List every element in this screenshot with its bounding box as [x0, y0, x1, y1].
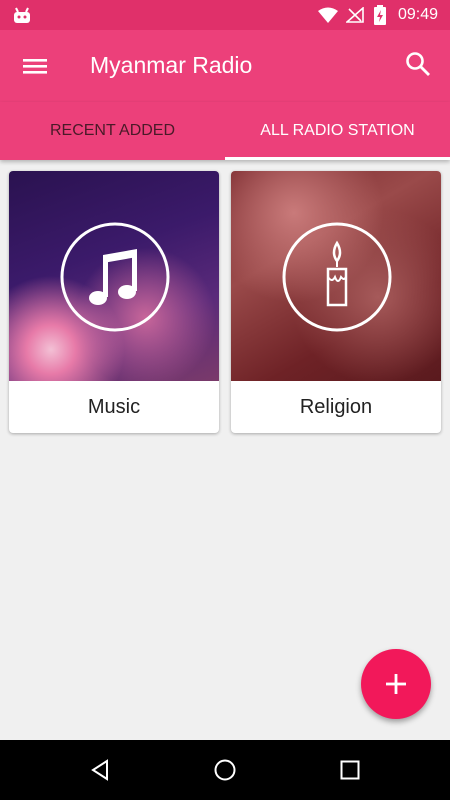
back-icon[interactable] — [88, 758, 112, 782]
tab-indicator — [225, 157, 450, 160]
category-card-religion[interactable]: Religion — [231, 171, 441, 433]
menu-icon[interactable] — [20, 52, 50, 80]
app-bar: Myanmar Radio — [0, 30, 450, 102]
recent-apps-icon[interactable] — [338, 758, 362, 782]
category-card-music[interactable]: Music — [9, 171, 219, 433]
status-bar: 09:49 — [0, 0, 450, 30]
android-icon — [14, 7, 30, 23]
candle-icon — [282, 222, 392, 332]
add-button[interactable] — [361, 649, 431, 719]
app-title: Myanmar Radio — [90, 52, 253, 78]
tab-recent-added[interactable]: RECENT ADDED — [0, 102, 225, 160]
category-label: Music — [87, 395, 141, 418]
navigation-bar — [0, 740, 450, 800]
tab-bar: RECENT ADDED ALL RADIO STATION — [0, 102, 450, 160]
tab-all-radio-station[interactable]: ALL RADIO STATION — [225, 102, 450, 160]
search-icon[interactable] — [404, 50, 432, 78]
music-note-icon — [60, 222, 170, 332]
plus-icon — [386, 674, 406, 694]
category-label: Religion — [299, 395, 373, 418]
wifi-icon — [318, 7, 338, 23]
home-icon[interactable] — [213, 758, 237, 782]
battery-charging-icon — [374, 5, 386, 25]
no-signal-icon — [346, 7, 364, 23]
clock: 09:49 — [397, 6, 438, 23]
